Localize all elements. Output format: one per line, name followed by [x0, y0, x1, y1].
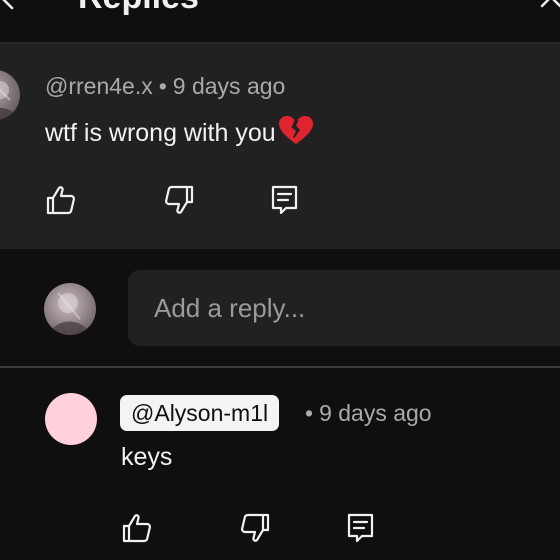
reply-time: 9 days ago: [319, 400, 432, 426]
meta-separator: •: [158, 73, 167, 99]
reply-author-avatar[interactable]: [45, 393, 97, 445]
reply-button[interactable]: [344, 511, 378, 545]
parent-comment-author[interactable]: @rren4e.x: [45, 73, 153, 99]
list-divider: [0, 366, 560, 368]
close-icon[interactable]: [536, 0, 560, 12]
thumbs-down-icon: [240, 513, 270, 542]
thumbs-up-icon: [122, 514, 152, 543]
reply-button[interactable]: [268, 183, 302, 217]
like-button[interactable]: [44, 183, 78, 217]
replies-header: Replies: [0, 0, 560, 42]
parent-comment-avatar[interactable]: [0, 70, 20, 120]
thumbs-up-icon: [46, 186, 76, 215]
parent-comment-meta: @rren4e.x • 9 days ago: [45, 73, 285, 100]
avatar-photo-icon: [50, 292, 90, 335]
reply-comment-icon: [347, 513, 374, 543]
meta-separator: •: [305, 400, 314, 426]
page-title: Replies: [78, 0, 199, 17]
back-arrow-icon[interactable]: [0, 0, 22, 12]
composer-avatar: [44, 283, 96, 335]
reply-text: keys: [121, 443, 173, 471]
reply-comment-icon: [271, 185, 298, 215]
reply-meta: • 9 days ago: [305, 400, 432, 427]
parent-comment-time: 9 days ago: [172, 73, 286, 99]
replies-screen: Replies @rren4e.x•9 days ago wtf is wron…: [0, 0, 560, 560]
avatar-photo-icon: [0, 81, 18, 120]
parent-comment-body: wtf is wrong with you: [45, 119, 276, 147]
reply-author-chip[interactable]: @Alyson-m1l: [120, 395, 280, 431]
add-reply-input[interactable]: [128, 270, 560, 346]
thumbs-down-icon: [164, 185, 194, 214]
parent-comment-text: wtf is wrong with you: [45, 115, 314, 148]
parent-comment: @rren4e.x • 9 days ago wtf is wrong with y…: [0, 44, 560, 249]
broken-heart-icon: [278, 116, 313, 144]
like-button[interactable]: [120, 511, 154, 545]
dislike-button[interactable]: [162, 183, 196, 217]
dislike-button[interactable]: [238, 511, 272, 545]
